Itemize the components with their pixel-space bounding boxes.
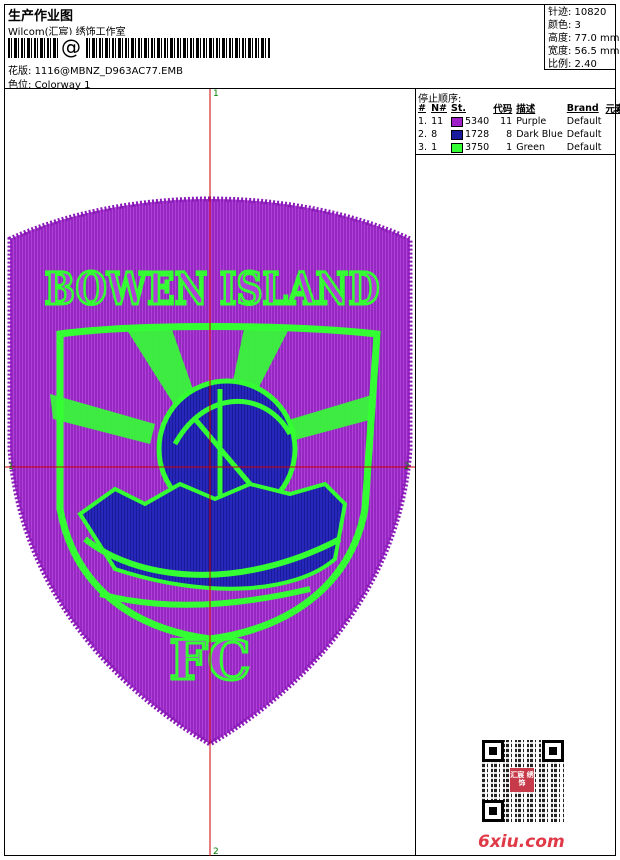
row-stitch-count: 3750 — [465, 142, 490, 153]
axis-label-right: 2 — [404, 462, 410, 472]
row-description: Green — [516, 142, 545, 153]
design-specs: 针迹: 10820 颜色: 3 高度: 77.0 mm 宽度: 56.5 mm … — [548, 6, 619, 71]
stops-bottom-divider — [415, 154, 616, 155]
row-stitches: 5340 — [449, 115, 491, 128]
row-index: 1. — [418, 116, 428, 127]
table-row: 1. 11 5340 11 Purple Default — [416, 115, 620, 128]
color-swatch — [451, 116, 463, 127]
design-file-line: 花版: 1116@MBNZ_D963AC77.EMB — [8, 62, 183, 77]
row-description: Purple — [516, 116, 547, 127]
spec-height: 高度: 77.0 mm — [548, 33, 620, 44]
barcode — [8, 38, 270, 58]
row-brand: Default — [566, 129, 602, 140]
col-header-brand: Brand — [566, 102, 599, 114]
qr-finder-top-right — [542, 740, 564, 762]
spec-stitches: 针迹: 10820 — [548, 7, 607, 18]
stop-sequence-table: # N# St. 代码 描述 Brand 元素 1. 11 5340 11 Pu… — [416, 101, 620, 154]
col-header-code: 代码 — [493, 104, 513, 115]
table-row: 2. 8 1728 8 Dark Blue Default — [416, 128, 620, 141]
color-swatch — [451, 142, 463, 153]
col-header-element: 元素 — [605, 104, 620, 115]
qr-finder-top-left — [482, 740, 504, 762]
table-header-row: # N# St. 代码 描述 Brand 元素 — [416, 101, 620, 116]
sidebar-divider — [415, 88, 416, 856]
row-needle: 1 — [431, 142, 438, 153]
axis-label-top: 1 — [213, 89, 219, 99]
row-element — [604, 115, 620, 128]
watermark-logo: 6xiu.com — [478, 832, 565, 852]
color-swatch — [451, 129, 463, 140]
row-stitch-count: 1728 — [465, 129, 490, 140]
club-name-text: BOWEN ISLAND — [45, 264, 380, 315]
row-description: Dark Blue — [516, 129, 563, 140]
row-stitches: 3750 — [449, 141, 491, 154]
row-code: 8 — [506, 129, 513, 140]
page-title: 生产作业图 — [8, 9, 74, 24]
row-code: 1 — [506, 142, 513, 153]
spec-width: 宽度: 56.5 mm — [548, 46, 620, 57]
row-needle: 11 — [431, 116, 444, 127]
qr-finder-bottom-left — [482, 800, 504, 822]
row-needle: 8 — [431, 129, 438, 140]
row-index: 2. — [418, 129, 428, 140]
col-header-stitches: St. — [451, 102, 466, 114]
axis-label-left: 1 — [8, 462, 14, 472]
qr-code: 汇宸 绣饰 — [482, 740, 564, 822]
spec-ratio: 比例: 2.40 — [548, 59, 597, 70]
specs-divider — [544, 4, 545, 69]
row-stitches: 1728 — [449, 128, 491, 141]
row-element — [604, 141, 620, 154]
embroidery-design: BOWEN ISLAND FC — [5, 89, 415, 856]
table-row: 3. 1 3750 1 Green Default — [416, 141, 620, 154]
col-header-needle: N# — [431, 102, 447, 114]
qr-seal: 汇宸 绣饰 — [510, 768, 534, 792]
row-code: 11 — [500, 116, 513, 127]
spec-colors: 颜色: 3 — [548, 20, 581, 31]
col-header-description: 描述 — [516, 104, 536, 115]
row-stitch-count: 5340 — [465, 116, 490, 127]
col-header-index: # — [418, 102, 426, 114]
row-brand: Default — [566, 142, 602, 153]
row-index: 3. — [418, 142, 428, 153]
row-brand: Default — [566, 116, 602, 127]
axis-label-bottom: 2 — [213, 847, 219, 857]
row-element — [604, 128, 620, 141]
barcode-at-symbol: @ — [58, 35, 84, 59]
